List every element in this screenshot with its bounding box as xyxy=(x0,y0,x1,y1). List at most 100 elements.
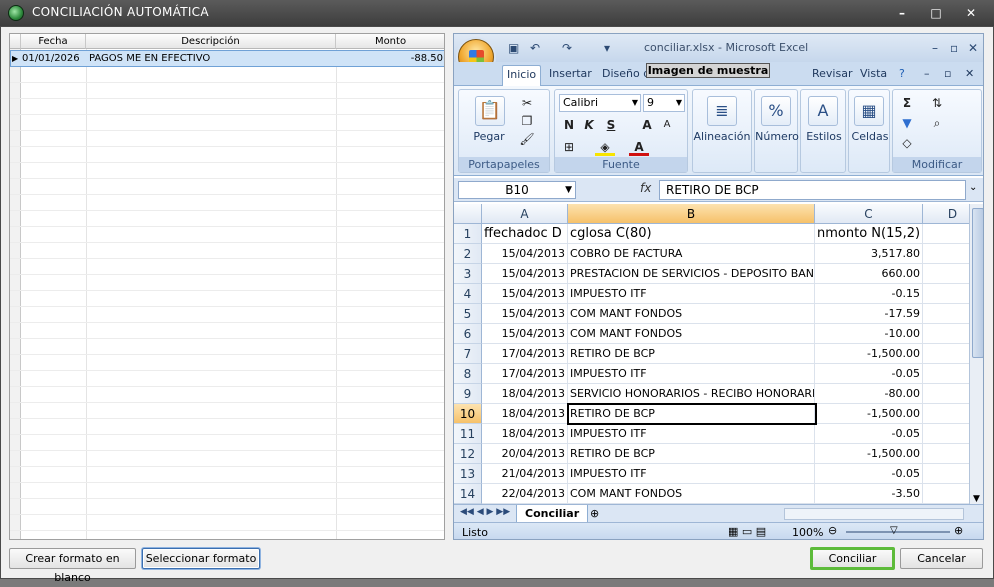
ribbon-close-icon[interactable]: ✕ xyxy=(965,67,974,80)
col-header-monto[interactable]: Monto xyxy=(336,34,444,49)
cell-b13[interactable]: IMPUESTO ITF xyxy=(568,464,815,484)
cell-b6[interactable]: COM MANT FONDOS xyxy=(568,324,815,344)
formula-input[interactable]: RETIRO DE BCP xyxy=(659,180,966,200)
cell-d13[interactable] xyxy=(923,464,969,484)
cell-b11[interactable]: IMPUESTO ITF xyxy=(568,424,815,444)
cell-d4[interactable] xyxy=(923,284,969,304)
zoom-slider[interactable] xyxy=(846,531,950,533)
number-button[interactable]: Número xyxy=(755,130,799,143)
row-header[interactable]: 7 xyxy=(454,344,482,364)
row-header[interactable]: 5 xyxy=(454,304,482,324)
row-header[interactable]: 9 xyxy=(454,384,482,404)
cell-b5[interactable]: COM MANT FONDOS xyxy=(568,304,815,324)
reconcile-button[interactable]: Conciliar xyxy=(810,547,895,570)
row-header[interactable]: 14 xyxy=(454,484,482,504)
ribbon-minimize-icon[interactable]: – xyxy=(924,67,930,80)
cell-c1[interactable]: nmonto N(15,2) xyxy=(815,224,923,244)
cell-d8[interactable] xyxy=(923,364,969,384)
row-header[interactable]: 11 xyxy=(454,424,482,444)
cell-c13[interactable]: -0.05 xyxy=(815,464,923,484)
row-header[interactable]: 2 xyxy=(454,244,482,264)
sort-filter-icon[interactable]: ⇅ xyxy=(927,94,947,112)
cell-c4[interactable]: -0.15 xyxy=(815,284,923,304)
excel-close-icon[interactable]: ✕ xyxy=(968,41,978,55)
row-header[interactable]: 1 xyxy=(454,224,482,244)
cell-b9[interactable]: SERVICIO HONORARIOS - RECIBO HONORARIO - xyxy=(568,384,815,404)
cell-monto[interactable]: -88.50 xyxy=(339,51,443,66)
cell-d12[interactable] xyxy=(923,444,969,464)
cell-d5[interactable] xyxy=(923,304,969,324)
font-size-combo[interactable]: 9 ▼ xyxy=(643,94,685,112)
fill-color-icon[interactable]: ◈ xyxy=(595,138,615,156)
row-header[interactable]: 12 xyxy=(454,444,482,464)
row-header[interactable]: 8 xyxy=(454,364,482,384)
cell-a4[interactable]: 15/04/2013 xyxy=(482,284,568,304)
cell-b10[interactable]: RETIRO DE BCP xyxy=(568,404,815,424)
tab-inicio[interactable]: Inicio xyxy=(502,65,542,86)
table-row[interactable]: ▶ 01/01/2026 PAGOS ME EN EFECTIVO -88.50 xyxy=(10,50,444,67)
fill-icon[interactable]: ▼ xyxy=(897,114,917,132)
row-header[interactable]: 3 xyxy=(454,264,482,284)
format-painter-icon[interactable]: 🖌 xyxy=(517,130,537,148)
clear-icon[interactable]: ◇ xyxy=(897,134,917,152)
zoom-out-icon[interactable]: ⊖ xyxy=(828,524,837,537)
cell-a9[interactable]: 18/04/2013 xyxy=(482,384,568,404)
excel-restore-icon[interactable]: ▫ xyxy=(950,41,958,55)
sheet-nav-icon[interactable]: ◀◀ ◀ ▶ ▶▶ xyxy=(460,507,510,517)
cell-a7[interactable]: 17/04/2013 xyxy=(482,344,568,364)
cell-b4[interactable]: IMPUESTO ITF xyxy=(568,284,815,304)
cell-d3[interactable] xyxy=(923,264,969,284)
copy-icon[interactable]: ❐ xyxy=(517,112,537,130)
cell-d6[interactable] xyxy=(923,324,969,344)
zoom-in-icon[interactable]: ⊕ xyxy=(954,524,963,537)
tab-insertar[interactable]: Insertar xyxy=(549,67,592,80)
name-box[interactable]: B10 ▼ xyxy=(458,181,576,199)
cell-c12[interactable]: -1,500.00 xyxy=(815,444,923,464)
fx-icon[interactable]: fx xyxy=(640,181,651,195)
cell-b8[interactable]: IMPUESTO ITF xyxy=(568,364,815,384)
cell-b3[interactable]: PRESTACION DE SERVICIOS - DEPOSITO BANCO xyxy=(568,264,815,284)
row-header[interactable]: 6 xyxy=(454,324,482,344)
cell-c7[interactable]: -1,500.00 xyxy=(815,344,923,364)
styles-button[interactable]: Estilos xyxy=(801,130,847,143)
cut-icon[interactable]: ✂ xyxy=(517,94,537,112)
horizontal-scrollbar[interactable] xyxy=(784,508,964,520)
select-all-corner[interactable] xyxy=(454,204,482,224)
cell-a5[interactable]: 15/04/2013 xyxy=(482,304,568,324)
cell-c5[interactable]: -17.59 xyxy=(815,304,923,324)
cell-c6[interactable]: -10.00 xyxy=(815,324,923,344)
cell-a13[interactable]: 21/04/2013 xyxy=(482,464,568,484)
alignment-icon[interactable]: ≣ xyxy=(707,96,737,126)
grow-font-button[interactable]: A xyxy=(637,116,657,134)
cell-b7[interactable]: RETIRO DE BCP xyxy=(568,344,815,364)
paste-icon[interactable]: 📋 xyxy=(475,96,505,126)
cell-b1[interactable]: cglosa C(80) xyxy=(568,224,815,244)
font-name-combo[interactable]: Calibri ▼ xyxy=(559,94,641,112)
cell-a14[interactable]: 22/04/2013 xyxy=(482,484,568,504)
blank-format-button[interactable]: Crear formato en blanco xyxy=(9,548,136,584)
undo-icon[interactable]: ↶ xyxy=(530,41,540,55)
cells-icon[interactable]: ▦ xyxy=(854,96,884,126)
borders-icon[interactable]: ⊞ xyxy=(559,138,579,156)
cell-c8[interactable]: -0.05 xyxy=(815,364,923,384)
cell-c9[interactable]: -80.00 xyxy=(815,384,923,404)
maximize-button[interactable]: □ xyxy=(925,4,947,22)
row-header[interactable]: 4 xyxy=(454,284,482,304)
save-icon[interactable]: ▣ xyxy=(508,41,519,55)
cell-c3[interactable]: 660.00 xyxy=(815,264,923,284)
redo-icon[interactable]: ↷ xyxy=(562,41,572,55)
row-header[interactable]: 13 xyxy=(454,464,482,484)
scroll-thumb[interactable] xyxy=(972,208,983,358)
cell-fecha[interactable]: 01/01/2026 xyxy=(22,51,86,66)
cell-a11[interactable]: 18/04/2013 xyxy=(482,424,568,444)
styles-icon[interactable]: A xyxy=(808,96,838,126)
movements-table[interactable]: Fecha Descripción Monto ▶ 01/01/2026 PAG… xyxy=(9,33,445,540)
bold-button[interactable]: N xyxy=(559,116,579,134)
autosum-icon[interactable]: Σ xyxy=(897,94,917,112)
cell-a8[interactable]: 17/04/2013 xyxy=(482,364,568,384)
minimize-button[interactable]: – xyxy=(891,4,913,22)
col-header-descripcion[interactable]: Descripción xyxy=(86,34,336,49)
select-format-button[interactable]: Seleccionar formato xyxy=(142,548,260,569)
sheet-tab-conciliar[interactable]: Conciliar xyxy=(516,505,589,523)
cell-a3[interactable]: 15/04/2013 xyxy=(482,264,568,284)
